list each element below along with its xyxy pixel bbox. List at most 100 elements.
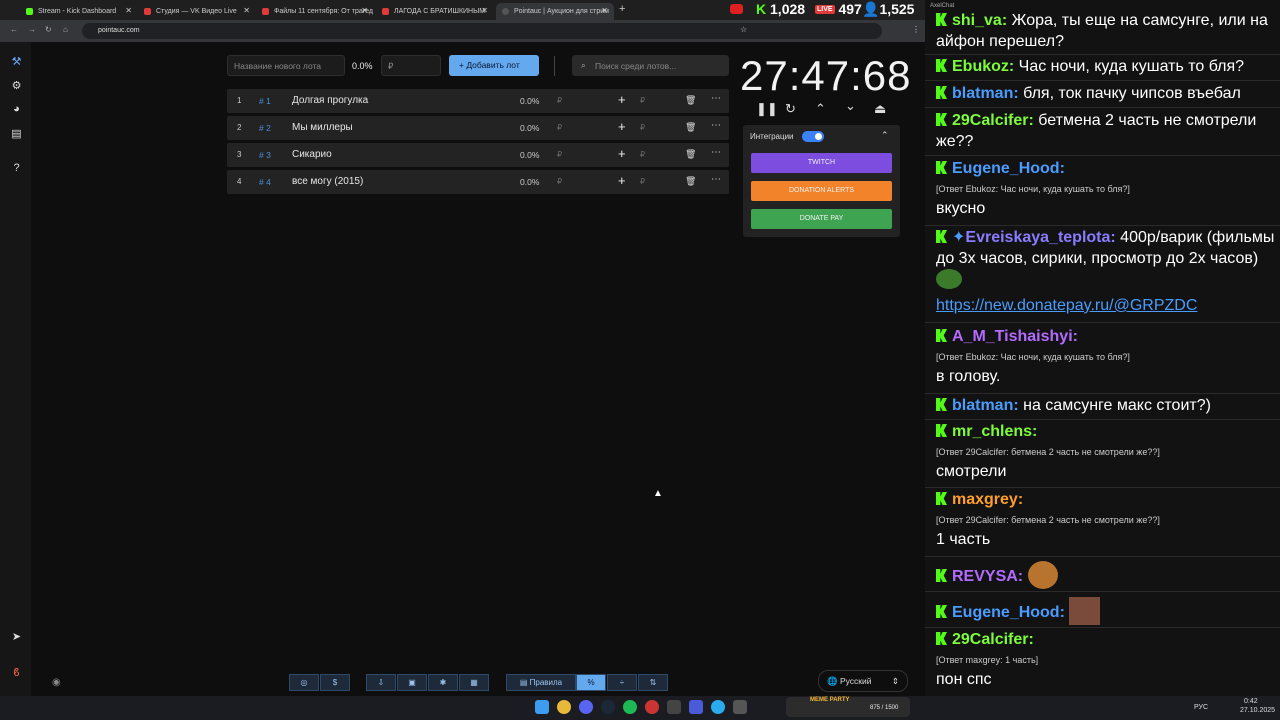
divide-icon[interactable]: ÷ [607, 674, 637, 691]
telegram-icon[interactable]: ➤ [10, 630, 23, 643]
close-icon[interactable]: ✕ [243, 6, 250, 15]
discord-icon[interactable] [579, 700, 593, 714]
kick-viewers: K 1,028 [756, 1, 806, 17]
pause-icon[interactable]: ❚❚ [756, 101, 778, 117]
app-icon[interactable] [733, 700, 747, 714]
more-icon[interactable]: ⋯ [711, 174, 721, 185]
lot-row[interactable]: 1 # 1 Долгая прогулка 0.0% ₽ + ₽ 🗑 ⋯ [227, 89, 729, 113]
rules-button[interactable]: ▤ Правила [506, 674, 576, 691]
donatepay-button[interactable]: DONATE PAY [751, 209, 892, 229]
integrations-panel: Интеграции ⌃ TWITCH DONATION ALERTS DONA… [743, 125, 900, 237]
reload-icon[interactable]: ↻ [45, 25, 52, 34]
trash-icon[interactable]: 🗑 [685, 122, 696, 133]
tab-vk-studio[interactable]: Студия — VK Видео Live ✕ [138, 3, 256, 20]
tab-pointauc[interactable]: Pointauc | Аукцион для стрим ✕ [496, 3, 614, 20]
clipboard-icon[interactable]: ▤ [10, 127, 23, 140]
telegram-icon[interactable] [711, 700, 725, 714]
reset-icon[interactable]: ↻ [785, 101, 796, 117]
auction-hammer-icon[interactable]: ⚒ [10, 55, 23, 68]
add-amount-icon[interactable]: + [618, 146, 626, 161]
new-lot-percent: 0.0% [352, 61, 373, 71]
donation-alerts-button[interactable]: DONATION ALERTS [751, 181, 892, 201]
spotify-icon[interactable] [623, 700, 637, 714]
lot-row[interactable]: 2 # 2 Мы миллеры 0.0% ₽ + ₽ 🗑 ⋯ [227, 116, 729, 140]
more-icon[interactable]: ⋯ [711, 120, 721, 131]
integrations-toggle[interactable] [802, 131, 824, 142]
eject-icon[interactable]: ⏏ [874, 101, 886, 117]
clear-icon[interactable]: ▦ [459, 674, 489, 691]
auction-timer: 27:47:68 [740, 52, 912, 99]
chat-message: ✦Evreiskaya_teplota: 400р/варик (фильмы … [936, 229, 1276, 316]
chat-message: 29Calcifer: [Ответ maxgrey: 1 часть] пон с… [936, 631, 1039, 688]
lot-search-input[interactable]: ⌕ Поиск среди лотов... [572, 55, 729, 76]
app-icon[interactable] [667, 700, 681, 714]
chevron-down-icon[interactable]: ⌄ [845, 98, 856, 114]
bug-icon[interactable]: ✱ [428, 674, 458, 691]
steam-icon[interactable] [601, 700, 615, 714]
chat-message: mr_chlens: [Ответ 29Calcifer: бетмена 2 ч… [936, 423, 1160, 480]
trash-icon[interactable]: 🗑 [685, 149, 696, 160]
tab-youtube-lagoda[interactable]: ЛАГОДА С БРАТИШКИНЫМ ✕ [376, 3, 494, 20]
donate-link[interactable]: https://new.donatepay.ru/@GRPZDC [936, 295, 1276, 316]
close-icon[interactable]: ✕ [601, 6, 608, 15]
back-icon[interactable]: ← [10, 25, 18, 34]
lot-amount-input[interactable]: ₽ [381, 55, 441, 76]
total-viewers: 👤1,525 [862, 1, 915, 17]
url-input[interactable]: pointauc.com [82, 23, 882, 39]
lot-row[interactable]: 3 # 3 Сикарио 0.0% ₽ + ₽ 🗑 ⋯ [227, 143, 729, 167]
close-icon[interactable]: ✕ [361, 6, 368, 15]
tab-kick-dashboard[interactable]: Stream - Kick Dashboard ✕ [20, 3, 138, 20]
chevron-up-icon[interactable]: ⌃ [815, 101, 826, 117]
chat-message: shi_va: Жора, ты еще на самсунге, или на… [936, 12, 1268, 50]
gear-icon[interactable]: ⚙ [10, 79, 23, 92]
sort-icon[interactable]: ⇅ [638, 674, 668, 691]
tab-youtube-files[interactable]: Файлы 11 сентября: От трагед ✕ [256, 3, 374, 20]
search-icon: ⌕ [581, 60, 586, 70]
download-icon[interactable]: ⇩ [366, 674, 396, 691]
chat-message: A_M_Tishaishyi: [Ответ Ebukoz: Час ночи, … [936, 328, 1130, 385]
trash-icon[interactable]: 🗑 [685, 95, 696, 106]
emote-image [1069, 597, 1101, 625]
lot-row[interactable]: 4 # 4 все могу (2015) 0.0% ₽ + ₽ 🗑 ⋯ [227, 170, 729, 194]
trash-icon[interactable]: 🗑 [685, 176, 696, 187]
chat-message: REVYSA: [936, 561, 1276, 589]
collapse-icon[interactable]: ⌃ [881, 130, 889, 141]
bookmark-star-icon[interactable]: ☆ [740, 25, 747, 34]
save-icon[interactable]: ▣ [397, 674, 427, 691]
more-icon[interactable]: ⋯ [711, 93, 721, 104]
chat-message: Eugene_Hood: [936, 597, 1276, 625]
add-amount-icon[interactable]: + [618, 92, 626, 107]
app-icon[interactable] [645, 700, 659, 714]
percent-toggle[interactable]: % [576, 674, 606, 691]
more-icon[interactable]: ⋯ [711, 147, 721, 158]
chrome-icon[interactable] [557, 700, 571, 714]
brand-logo-icon: ϐ [13, 667, 20, 679]
forward-icon[interactable]: → [28, 25, 36, 34]
wheel-icon[interactable]: ◕ [10, 103, 23, 115]
app-icon[interactable] [689, 700, 703, 714]
add-amount-icon[interactable]: + [618, 173, 626, 188]
app-sidebar: ⚒ ⚙ ◕ ▤ ? ➤ ϐ [0, 42, 31, 696]
add-amount-icon[interactable]: + [618, 119, 626, 134]
language-select[interactable]: 🌐 Русский ⇕ [818, 670, 908, 692]
help-icon[interactable]: ? [10, 162, 23, 174]
lot-name-input[interactable]: Название нового лота [227, 55, 345, 76]
new-tab-button[interactable]: + [619, 3, 625, 15]
divider [554, 56, 555, 76]
add-lot-button[interactable]: + Добавить лот [449, 55, 539, 76]
eye-icon[interactable]: ◉ [52, 677, 61, 688]
windows-start-icon[interactable] [535, 700, 549, 714]
kick-icon [26, 8, 33, 15]
close-icon[interactable]: ✕ [125, 6, 132, 15]
donate-icon[interactable]: $ [320, 674, 350, 691]
meme-party-widget[interactable]: MEME PARTY 875 / 1500 [786, 697, 910, 717]
close-icon[interactable]: ✕ [481, 6, 488, 15]
youtube-icon [382, 8, 389, 15]
menu-icon[interactable]: ⋮ [912, 25, 920, 34]
address-bar: ← → ↻ ⌂ pointauc.com ☆ ⋮ [0, 20, 925, 42]
browser-tab-bar: Stream - Kick Dashboard ✕ Студия — VK Вид… [0, 0, 925, 20]
twitch-button[interactable]: TWITCH [751, 153, 892, 173]
keyboard-language[interactable]: РУС [1194, 704, 1208, 711]
github-icon[interactable]: ◎ [289, 674, 319, 691]
home-icon[interactable]: ⌂ [63, 25, 68, 34]
